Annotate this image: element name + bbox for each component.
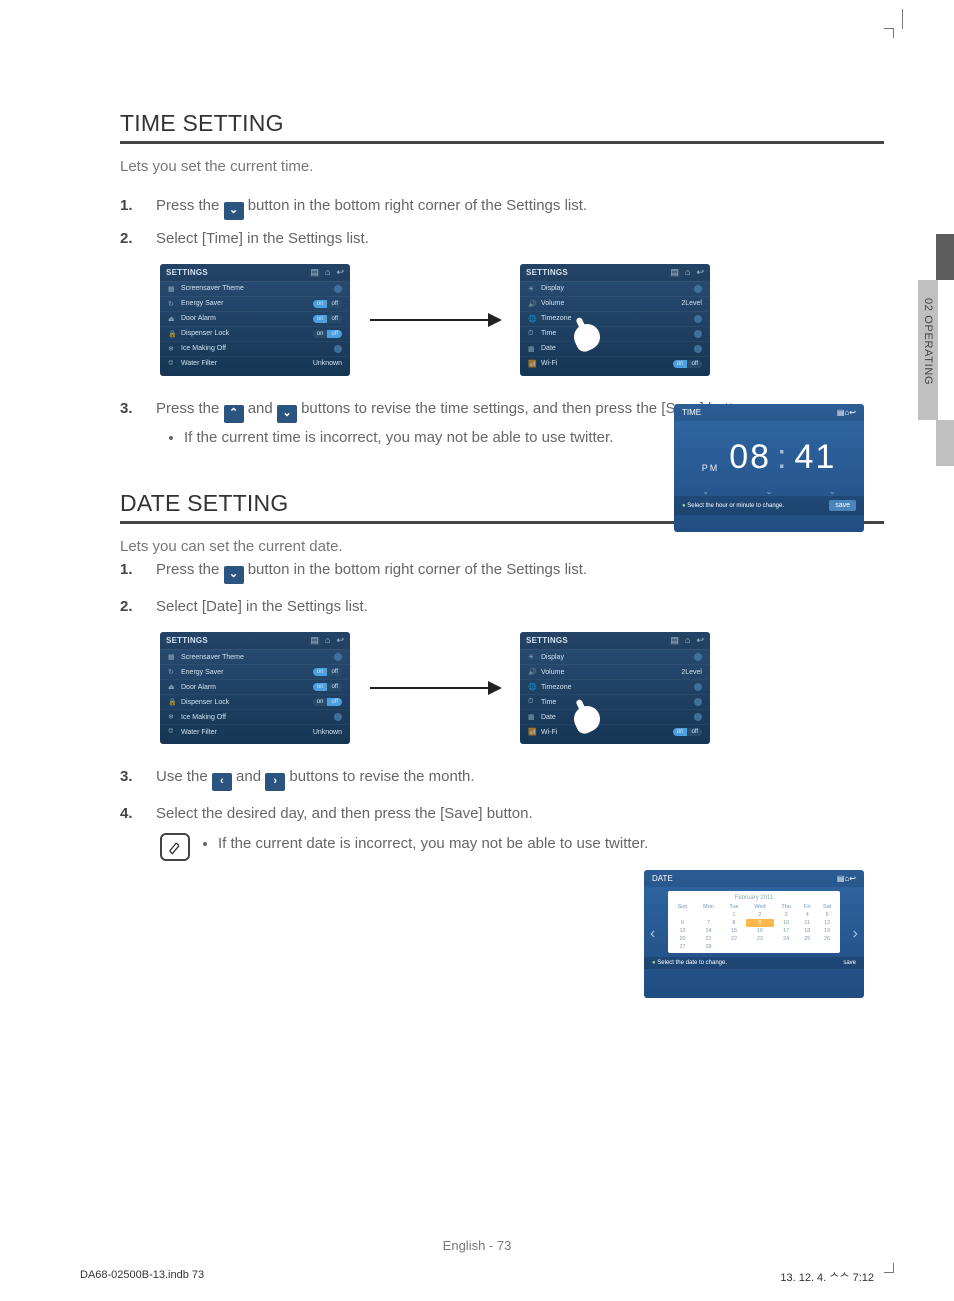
panel1-row-3: Dispenser Lock [181,330,229,337]
datefig-tip: Select the date to change. [657,960,727,966]
panel1-title: SETTINGS [166,268,208,277]
date-steps: 1. Press the button in the bottom right … [120,559,884,618]
chapter-tab-label: 02 OPERATING [918,280,938,420]
timefig-ampm: PM [702,463,720,473]
chevron-down-icon[interactable] [224,202,244,220]
date-note-row: If the current date is incorrect, you ma… [160,833,884,861]
tab-dark-segment [936,234,954,280]
date-step-num-2: 2. [120,596,142,618]
chevron-up-icon[interactable] [224,405,244,423]
panel2-row-4: Date [541,345,556,352]
time-heading: TIME SETTING [120,110,884,144]
chapter-tab: 02 OPERATING [918,280,954,420]
date-step1-text-b: button in the bottom right corner of the… [248,561,587,578]
date-screen-figure: DATE ▤⌂↩ ‹ › February 2011 SunMonTueWedT… [644,870,864,998]
panel1-row-2: Door Alarm [181,315,216,322]
crop-mark-tr [884,28,894,38]
panel2-row-0: Display [541,285,564,292]
settings-panel-2: SETTINGS ▤⌂↩ ☀Display 🔊Volume2Level 🌐Tim… [520,264,710,376]
date-step2-text: Select [Date] in the Settings list. [156,596,884,618]
arrow-right-icon [370,687,500,689]
print-footer: DA68-02500B-13.indb 73 13. 12. 4. ᄉᄉ 7:1… [80,1269,874,1285]
date-step4-text: Select the desired day, and then press t… [156,803,884,825]
step-num-3: 3. [120,398,142,449]
tab-light-segment [936,420,954,466]
footer-file: DA68-02500B-13.indb 73 [80,1269,204,1285]
panel2-row-3: Time [541,330,556,337]
note-icon [160,833,190,861]
footer-timestamp: 13. 12. 4. ᄉᄉ 7:12 [780,1269,874,1285]
chevron-left-icon[interactable] [212,773,232,791]
save-button[interactable]: save [829,500,856,511]
time-step1-text-b: button in the bottom right corner of the… [248,197,587,214]
chevron-right-icon[interactable] [265,773,285,791]
panel2-row-2: Timezone [541,315,571,322]
datefig-title: DATE [652,874,673,883]
panel1-row-0: Screensaver Theme [181,285,244,292]
calendar[interactable]: February 2011 SunMonTueWedThuFriSat 1234… [668,891,840,953]
page: 02 OPERATING TIME SETTING Lets you set t… [0,0,954,1301]
time-screen-figure: TIME ▤⌂↩ PM 08 : 41 ⌄⌄⌄ ● Select the hou… [674,404,864,532]
next-month-button[interactable]: › [853,925,858,943]
date-step1-text-a: Press the [156,561,219,578]
settings-panel-1: SETTINGS ▤⌂↩ ▦Screensaver Theme ↻Energy … [160,264,350,376]
date-figure-row: SETTINGS ▤⌂↩ ▦Screensaver Theme ↻Energy … [160,632,884,744]
date-steps-cont: 3. Use the and buttons to revise the mon… [120,766,884,825]
step-num-2: 2. [120,228,142,250]
time-intro: Lets you set the current time. [120,158,884,175]
panel1-row-4: Ice Making Off [181,345,226,352]
prev-month-button[interactable]: ‹ [650,925,655,943]
panel2-row-1: Volume [541,300,564,307]
time-step1-text-a: Press the [156,197,219,214]
date-intro: Lets you can set the current date. [120,538,884,555]
page-language-footer: English - 73 [0,1238,954,1253]
time-step2-text: Select [Time] in the Settings list. [156,228,884,250]
date-step-num-4: 4. [120,803,142,825]
panel1-row-5: Water Filter [181,360,217,367]
date-step-num-3: 3. [120,766,142,791]
date-step3-text-c: buttons to revise the month. [289,768,474,785]
timefig-title: TIME [682,408,701,417]
time-step3-text-a: Press the [156,400,219,417]
time-figure-row: SETTINGS ▤⌂↩ ▦Screensaver Theme ↻Energy … [160,264,884,376]
timefig-tip: Select the hour or minute to change. [687,503,784,509]
timefig-hours[interactable]: 08 [729,438,771,477]
panel2-row-5: Wi-Fi [541,360,557,367]
panel1-row-1: Energy Saver [181,300,223,307]
panel2-title: SETTINGS [526,268,568,277]
date-step3-text-a: Use the [156,768,208,785]
chevron-down-icon[interactable] [224,566,244,584]
crop-mark-br [884,1263,894,1273]
panel2-headicons: ▤⌂↩ [671,267,705,278]
chevron-down-icon[interactable] [277,405,297,423]
date-step-num-1: 1. [120,559,142,584]
date-step3-text-b: and [236,768,261,785]
time-step3-text-b: and [248,400,273,417]
save-button[interactable]: save [843,960,856,966]
step-num-1: 1. [120,195,142,220]
panel1-headicons: ▤⌂↩ [311,267,345,278]
settings-panel-3: SETTINGS ▤⌂↩ ▦Screensaver Theme ↻Energy … [160,632,350,744]
time-steps: 1. Press the button in the bottom right … [120,195,884,250]
calendar-month: February 2011 [670,895,838,901]
arrow-right-icon [370,319,500,321]
timefig-minutes[interactable]: 41 [794,438,836,477]
date-note: If the current date is incorrect, you ma… [218,833,648,855]
settings-panel-4: SETTINGS ▤⌂↩ ☀Display 🔊Volume2Level 🌐Tim… [520,632,710,744]
